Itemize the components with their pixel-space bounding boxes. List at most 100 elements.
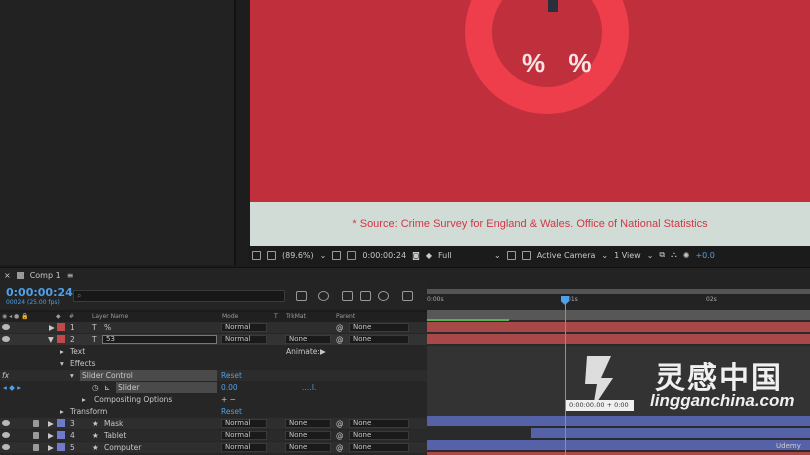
collapse-arrow-icon[interactable]: ▼ — [48, 334, 54, 345]
tab-comp-1[interactable]: Comp 1 — [30, 271, 61, 280]
graph-editor-icon[interactable] — [402, 291, 413, 301]
lock-icon[interactable] — [33, 420, 39, 427]
layer-bar[interactable] — [427, 322, 810, 332]
slider-value[interactable]: 0.00 — [221, 382, 238, 393]
expand-arrow-icon[interactable]: ▸ — [82, 394, 86, 405]
label-color-swatch[interactable] — [57, 335, 65, 343]
resolution-select[interactable]: Full — [438, 251, 488, 260]
exposure-value[interactable]: +0.0 — [695, 251, 714, 260]
zoom-select[interactable]: (89.6%) — [282, 251, 314, 260]
property-row[interactable]: fx ▾ Slider Control Reset — [0, 370, 427, 381]
time-ruler[interactable]: 0:00s 01s 02s — [427, 282, 810, 310]
col-layer-name[interactable]: Layer Name — [92, 313, 128, 320]
label-color-swatch[interactable] — [57, 323, 65, 331]
parent-select[interactable]: None — [349, 443, 409, 452]
pickwhip-icon[interactable]: @ — [336, 442, 344, 453]
expand-arrow-icon[interactable]: ▶ — [48, 442, 54, 453]
eye-icon[interactable] — [2, 324, 10, 330]
animate-menu[interactable]: Animate: — [286, 346, 320, 357]
layer-name-field[interactable]: 53 — [102, 335, 217, 344]
property-row[interactable]: ◂ ◆ ▸ ◷ ⊾ Slider 0.00 .…l. — [0, 382, 427, 393]
mode-select[interactable]: Normal — [221, 335, 267, 344]
chevron-down-icon[interactable]: ⌄ — [320, 251, 327, 260]
effects-group[interactable]: Effects — [70, 358, 96, 369]
layer-row[interactable]: ▼ 2 T 53 Normal None @ None — [0, 334, 427, 345]
eye-icon[interactable] — [2, 420, 10, 426]
mode-select[interactable]: Normal — [221, 443, 267, 452]
trkmat-select[interactable]: None — [285, 335, 331, 344]
play-circle-icon[interactable]: ▶ — [320, 346, 326, 357]
reset-link[interactable]: Reset — [221, 406, 242, 417]
eye-icon[interactable] — [2, 444, 10, 450]
slider-property[interactable]: Slider — [116, 382, 217, 393]
safe-margins-icon[interactable] — [332, 250, 342, 260]
property-row[interactable]: ▸ Transform Reset — [0, 406, 427, 417]
menu-icon[interactable]: ≡ — [67, 271, 74, 280]
camera-icon[interactable]: ◙ — [412, 251, 420, 260]
timeline-timecode[interactable]: 0:00:00:24 — [6, 286, 73, 299]
slider-control-effect[interactable]: Slider Control — [80, 370, 217, 381]
mode-select[interactable]: Normal — [221, 431, 267, 440]
graph-icon[interactable]: ⊾ — [104, 382, 110, 393]
keyframe-nav-icon[interactable]: ◂ ◆ ▸ — [3, 382, 21, 393]
trkmat-select[interactable]: None — [285, 443, 331, 452]
expand-arrow-icon[interactable]: ▶ — [48, 418, 54, 429]
layer-bar[interactable] — [427, 334, 810, 344]
mode-select[interactable]: Normal — [221, 419, 267, 428]
region-icon[interactable] — [506, 250, 516, 260]
text-property[interactable]: Text — [70, 346, 85, 357]
add-remove-mask-buttons[interactable]: + − — [221, 394, 236, 405]
lock-icon[interactable] — [33, 432, 39, 439]
monitor-icon[interactable] — [267, 250, 276, 260]
pickwhip-icon[interactable]: @ — [336, 430, 344, 441]
layer-bar[interactable] — [531, 428, 810, 438]
reset-link[interactable]: Reset — [221, 370, 242, 381]
close-icon[interactable]: × — [4, 271, 11, 280]
video-switch-icon[interactable]: ◉ ◂ ● 🔒 — [2, 313, 29, 320]
expand-arrow-icon[interactable]: ▶ — [49, 322, 55, 333]
parent-select[interactable]: None — [349, 335, 409, 344]
layer-name[interactable]: Mask — [104, 418, 123, 429]
eye-icon[interactable] — [2, 336, 10, 342]
composition-canvas[interactable]: % % * Source: Crime Survey for England &… — [250, 0, 810, 246]
layer-name[interactable]: Computer — [104, 442, 141, 453]
trkmat-select[interactable]: None — [285, 419, 331, 428]
parent-select[interactable]: None — [349, 323, 409, 332]
mask-icon[interactable] — [347, 250, 357, 260]
chevron-down-icon[interactable]: ⌄ — [494, 251, 501, 260]
mode-select[interactable]: Normal — [221, 323, 267, 332]
shy-layers-icon[interactable] — [342, 291, 353, 301]
parent-select[interactable]: None — [349, 431, 409, 440]
draft-3d-icon[interactable] — [318, 291, 329, 301]
expand-arrow-icon[interactable]: ▸ — [60, 346, 64, 357]
color-icon[interactable]: ◆ — [426, 251, 432, 260]
chevron-down-icon[interactable]: ⌄ — [647, 251, 654, 260]
pickwhip-icon[interactable]: @ — [336, 322, 344, 333]
layer-search-input[interactable]: ⌕ — [73, 290, 285, 302]
property-row[interactable]: ▾ Effects — [0, 358, 427, 369]
compositing-options[interactable]: Compositing Options — [94, 394, 172, 405]
share-view-icon[interactable]: ⧉ — [659, 250, 665, 260]
label-color-swatch[interactable] — [57, 431, 65, 439]
layer-row[interactable]: ▶ 4 ★ Tablet Normal None @ None — [0, 430, 427, 441]
transform-group[interactable]: Transform — [70, 406, 107, 417]
chevron-down-icon[interactable]: ⌄ — [601, 251, 608, 260]
camera-select[interactable]: Active Camera — [537, 251, 596, 260]
parent-select[interactable]: None — [349, 419, 409, 428]
work-area-bar[interactable] — [427, 289, 810, 294]
pickwhip-icon[interactable]: @ — [336, 418, 344, 429]
reset-exposure-icon[interactable]: ✺ — [683, 251, 690, 260]
transparency-grid-icon[interactable] — [521, 250, 531, 260]
layer-row[interactable]: ▶ 3 ★ Mask Normal None @ None — [0, 418, 427, 429]
frame-blending-icon[interactable] — [360, 291, 371, 301]
expand-arrow-icon[interactable]: ▶ — [48, 430, 54, 441]
label-icon[interactable]: ◆ — [56, 313, 61, 320]
label-color-swatch[interactable] — [57, 419, 65, 427]
fx-icon[interactable]: fx — [2, 370, 9, 381]
layer-name[interactable]: Tablet — [104, 430, 126, 441]
eye-icon[interactable] — [2, 432, 10, 438]
label-color-swatch[interactable] — [57, 443, 65, 451]
property-row[interactable]: ▸ Compositing Options + − — [0, 394, 427, 405]
current-time-indicator[interactable] — [565, 296, 566, 455]
layer-row[interactable]: ▶ 5 ★ Computer Normal None @ None — [0, 442, 427, 453]
